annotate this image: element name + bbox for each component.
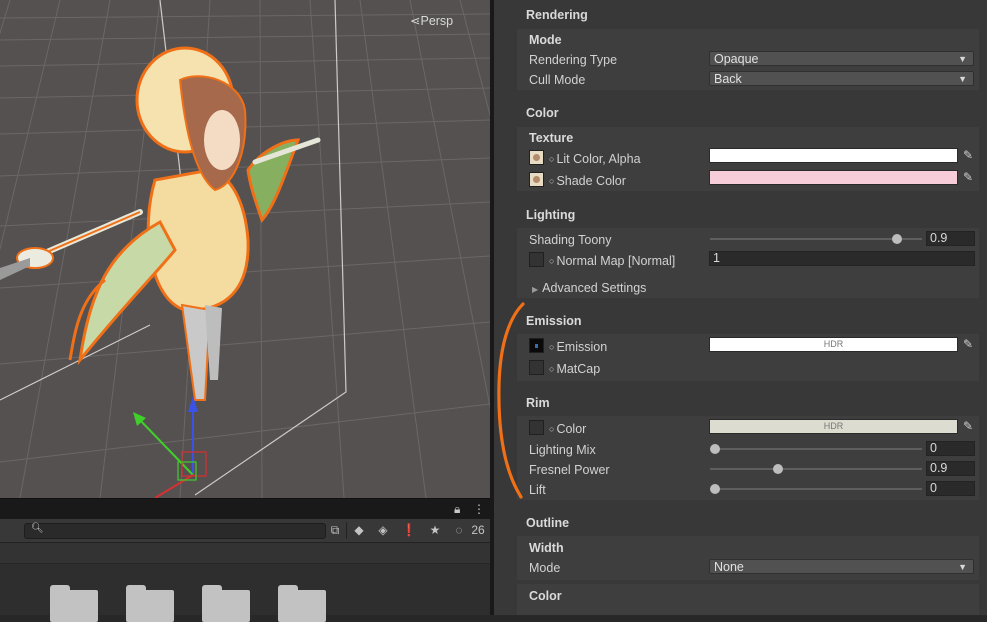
lighting-mix-value[interactable]: 0 bbox=[926, 441, 975, 456]
persp-text: Persp bbox=[420, 14, 454, 28]
emission-text: Emission bbox=[556, 340, 608, 354]
shading-toony-slider-track[interactable] bbox=[710, 238, 922, 240]
rim-color-text: Color bbox=[556, 422, 587, 436]
outline-mode-value: None bbox=[714, 560, 744, 574]
folder-icon[interactable] bbox=[278, 585, 326, 622]
dropdown-arrow-icon: ▼ bbox=[958, 54, 967, 64]
emission-label: ○ Emission bbox=[549, 340, 607, 354]
matcap-label: ○ MatCap bbox=[549, 362, 600, 376]
fresnel-power-value[interactable]: 0.9 bbox=[926, 461, 975, 476]
cull-mode-dropdown[interactable]: Back ▼ bbox=[709, 71, 974, 86]
search-input[interactable]: 🔍︎ bbox=[24, 523, 326, 539]
lift-slider-handle[interactable] bbox=[710, 484, 720, 494]
matcap-text: MatCap bbox=[556, 362, 601, 376]
normal-map-label: ○ Normal Map [Normal] bbox=[549, 254, 675, 268]
lock-icon[interactable]: 🔒︎ bbox=[454, 502, 460, 517]
lighting-mix-slider-track[interactable] bbox=[710, 448, 922, 450]
shade-color-swatch[interactable] bbox=[709, 170, 958, 185]
folder-icon[interactable] bbox=[202, 585, 250, 622]
annotation-bracket bbox=[497, 302, 525, 499]
project-content bbox=[0, 543, 490, 622]
rendering-type-value: Opaque bbox=[714, 52, 759, 66]
lit-color-swatch[interactable] bbox=[709, 148, 958, 163]
filter-type-icon[interactable]: ◆ bbox=[350, 522, 368, 538]
outline-mode-dropdown[interactable]: None ▼ bbox=[709, 559, 974, 574]
lift-value[interactable]: 0 bbox=[926, 481, 975, 496]
folder-icon[interactable] bbox=[50, 585, 98, 622]
search-window-icon[interactable]: ⧉ bbox=[326, 522, 344, 538]
rendering-type-dropdown[interactable]: Opaque ▼ bbox=[709, 51, 974, 66]
scene-canvas[interactable] bbox=[0, 0, 490, 498]
eyedropper-icon[interactable]: ✎ bbox=[961, 148, 975, 163]
project-breadcrumb-bar bbox=[0, 543, 490, 564]
project-tab-bar: 🔒︎ ⋮ bbox=[0, 498, 490, 519]
persp-icon: ⋖ bbox=[410, 14, 421, 28]
advanced-settings-text: Advanced Settings bbox=[542, 281, 647, 295]
divider bbox=[346, 522, 347, 539]
eyedropper-icon[interactable]: ✎ bbox=[961, 419, 975, 434]
filter-label-icon[interactable]: ◈ bbox=[374, 522, 392, 538]
normal-map-scale-input[interactable]: 1 bbox=[709, 251, 975, 266]
rim-color-label: ○ Color bbox=[549, 422, 586, 436]
dropdown-arrow-icon: ▼ bbox=[958, 74, 967, 84]
shading-toony-slider-handle[interactable] bbox=[892, 234, 902, 244]
lighting-mix-slider-handle[interactable] bbox=[710, 444, 720, 454]
search-icon: 🔍︎ bbox=[31, 523, 44, 534]
fresnel-power-slider-handle[interactable] bbox=[773, 464, 783, 474]
persp-label[interactable]: ⋖Persp bbox=[410, 13, 453, 28]
rim-color-swatch[interactable]: HDR bbox=[709, 419, 958, 434]
shade-color-text: Shade Color bbox=[556, 174, 626, 188]
folder-icon[interactable] bbox=[126, 585, 174, 622]
shade-color-label: ○ Shade Color bbox=[549, 174, 626, 188]
eyedropper-icon[interactable]: ✎ bbox=[961, 337, 975, 352]
hidden-eye-icon[interactable]: ◌ bbox=[450, 522, 468, 538]
cull-mode-value: Back bbox=[714, 72, 742, 86]
lit-color-label: ○ Lit Color, Alpha bbox=[549, 152, 641, 166]
lift-slider-track[interactable] bbox=[710, 488, 922, 490]
fresnel-power-slider-track[interactable] bbox=[710, 468, 922, 470]
scene-view[interactable]: ⋖Persp bbox=[0, 0, 490, 498]
dropdown-arrow-icon: ▼ bbox=[958, 562, 967, 572]
eyedropper-icon[interactable]: ✎ bbox=[961, 170, 975, 185]
console-error-icon[interactable]: ❗ bbox=[400, 522, 418, 538]
project-toolbar: 🔍︎ ⧉ ◆ ◈ ❗ ★ ◌ 26 bbox=[0, 519, 490, 543]
favorites-star-icon[interactable]: ★ bbox=[426, 522, 444, 538]
hidden-count: 26 bbox=[471, 523, 485, 537]
outline-color-section bbox=[517, 584, 979, 615]
kebab-menu-icon[interactable]: ⋮ bbox=[473, 502, 485, 516]
material-inspector: Rendering Mode Rendering Type Opaque ▼ Cu… bbox=[494, 0, 987, 615]
normal-map-text: Normal Map [Normal] bbox=[556, 254, 676, 268]
shading-toony-value[interactable]: 0.9 bbox=[926, 231, 975, 246]
emission-color-swatch[interactable]: HDR bbox=[709, 337, 958, 352]
lit-color-text: Lit Color, Alpha bbox=[556, 152, 641, 166]
